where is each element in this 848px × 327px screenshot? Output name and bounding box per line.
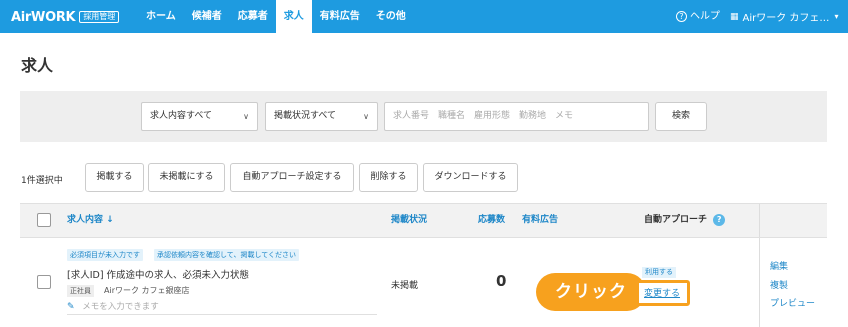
nav-jobs[interactable]: 求人	[275, 0, 312, 33]
header-paid-ads[interactable]: 有料広告	[522, 204, 558, 237]
header-status[interactable]: 掲載状況	[391, 204, 427, 237]
header-auto-approach: 自動アプローチ ?	[644, 204, 726, 237]
question-icon[interactable]: ?	[713, 213, 726, 226]
auto-approach-setting-button[interactable]: 自動アプローチ設定する	[230, 163, 354, 192]
click-callout-label: クリック	[555, 282, 627, 302]
main-nav: ホーム 候補者 応募者 求人 有料広告 その他	[138, 0, 414, 33]
publish-button[interactable]: 掲載する	[85, 163, 144, 192]
search-input[interactable]: 求人番号 職種名 雇用形態 勤務地 メモ	[384, 102, 649, 131]
edit-link[interactable]: 編集	[770, 259, 788, 272]
click-callout: クリック	[536, 273, 654, 311]
job-title[interactable]: [求人ID] 作成途中の求人、必須未入力状態	[67, 267, 249, 281]
memo-placeholder: メモを入力できます	[82, 302, 159, 312]
delete-button[interactable]: 削除する	[359, 163, 418, 192]
nav-paid-ads[interactable]: 有料広告	[312, 0, 368, 33]
unpublish-button[interactable]: 未掲載にする	[148, 163, 225, 192]
arrow-down-icon: ↓	[106, 215, 114, 225]
building-icon: ▦	[730, 11, 739, 22]
help-label: ヘルプ	[690, 11, 720, 22]
nav-candidates[interactable]: 候補者	[184, 0, 230, 33]
nav-applicants[interactable]: 応募者	[230, 0, 276, 33]
header-content[interactable]: 求人内容 ↓	[67, 204, 114, 237]
logo-badge: 採用管理	[79, 11, 120, 23]
help-link[interactable]: ? ヘルプ	[676, 0, 720, 33]
filter-bar: 求人内容すべて ∨ 掲載状況すべて ∨ 求人番号 職種名 雇用形態 勤務地 メモ…	[20, 91, 827, 142]
required-missing-tag: 必須項目が未入力です	[67, 249, 143, 261]
duplicate-link[interactable]: 複製	[770, 278, 788, 291]
account-label: Airワーク カフェ…	[742, 13, 830, 24]
page-title: 求人	[21, 56, 54, 75]
download-button[interactable]: ダウンロードする	[423, 163, 518, 192]
content-filter-select[interactable]: 求人内容すべて ∨	[141, 102, 258, 131]
auto-approach-badge: 利用する	[642, 267, 676, 278]
pencil-icon: ✎	[67, 302, 75, 312]
account-menu[interactable]: ▦ Airワーク カフェ… ▾	[730, 0, 838, 33]
approval-request-tag: 承認依頼内容を確認して、掲載してください	[154, 249, 300, 261]
change-link-highlight: 変更する	[636, 280, 690, 306]
airwork-logo[interactable]: AirWORK 採用管理	[11, 9, 120, 25]
top-header: AirWORK 採用管理 ホーム 候補者 応募者 求人 有料広告 その他 ? ヘ…	[0, 0, 848, 33]
column-divider	[759, 238, 760, 327]
status-filter-value: 掲載状況すべて	[274, 111, 337, 121]
table-row: 必須項目が未入力です 承認依頼内容を確認して、掲載してください [求人ID] 作…	[20, 238, 827, 327]
applicant-count[interactable]: 0	[496, 272, 506, 290]
select-all-checkbox[interactable]	[37, 213, 51, 227]
column-divider	[759, 204, 760, 237]
nav-home[interactable]: ホーム	[138, 0, 184, 33]
chevron-down-icon: ∨	[243, 112, 249, 121]
publish-status: 未掲載	[391, 281, 419, 291]
memo-input[interactable]: ✎ メモを入力できます	[67, 301, 377, 315]
store-name: Airワーク カフェ銀座店	[104, 286, 190, 295]
employment-type-badge: 正社員	[67, 285, 94, 297]
logo-text: AirWORK	[11, 9, 76, 25]
selected-count: 1件選択中	[21, 176, 63, 186]
auto-approach-change-link[interactable]: 変更する	[644, 286, 680, 299]
table-header: 求人内容 ↓ 掲載状況 応募数 有料広告 自動アプローチ ?	[20, 203, 827, 238]
question-circle-icon: ?	[676, 11, 687, 22]
header-content-label: 求人内容	[67, 215, 104, 225]
chevron-down-icon: ▾	[834, 12, 839, 21]
chevron-down-icon: ∨	[363, 112, 369, 121]
search-button[interactable]: 検索	[655, 102, 707, 131]
nav-other[interactable]: その他	[368, 0, 414, 33]
preview-link[interactable]: プレビュー	[770, 296, 815, 309]
status-filter-select[interactable]: 掲載状況すべて ∨	[265, 102, 378, 131]
content-filter-value: 求人内容すべて	[150, 111, 213, 121]
header-auto-approach-label: 自動アプローチ	[644, 215, 708, 225]
row-checkbox[interactable]	[37, 275, 51, 289]
header-applicants[interactable]: 応募数	[478, 204, 505, 237]
